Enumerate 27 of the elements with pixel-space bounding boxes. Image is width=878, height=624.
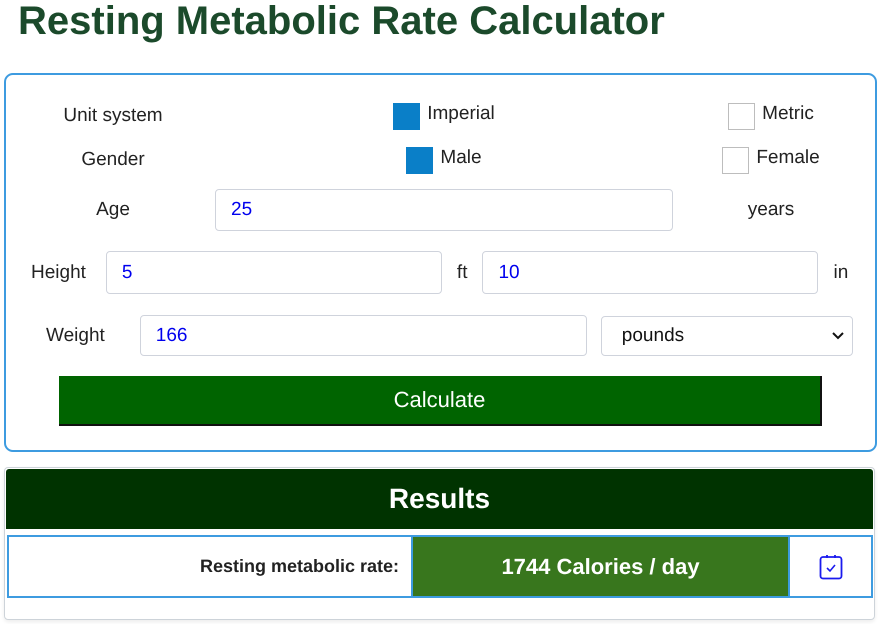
- field-label: Age: [96, 199, 130, 221]
- unit-label: ft: [456, 262, 468, 284]
- age-input[interactable]: 25: [215, 189, 673, 231]
- inches-input[interactable]: 10: [482, 251, 818, 294]
- field-label: Unit system: [63, 105, 163, 127]
- result-value: 1744 Calories / day: [413, 537, 790, 596]
- field-label: Weight: [46, 324, 105, 346]
- radio-button[interactable]: [728, 102, 756, 130]
- unit-label: years: [748, 199, 794, 221]
- weight-input[interactable]: 166: [140, 315, 587, 356]
- feet-input[interactable]: 5: [106, 251, 442, 294]
- page-title: Resting Metabolic Rate Calculator: [17, 0, 666, 42]
- option-label: Imperial: [427, 103, 495, 125]
- unit-label: in: [833, 262, 848, 284]
- chevron-down-icon: [832, 332, 844, 340]
- option-label: Female: [756, 147, 820, 169]
- results-header: Results: [6, 469, 873, 529]
- radio-button[interactable]: [393, 102, 420, 130]
- clipboard-check-icon[interactable]: [818, 554, 842, 580]
- option-label: Metric: [762, 103, 814, 125]
- weight-unit-select[interactable]: pounds: [600, 316, 853, 356]
- field-label: Gender: [81, 149, 145, 171]
- calculate-button[interactable]: Calculate: [59, 376, 822, 426]
- field-label: Height: [31, 262, 86, 284]
- radio-button[interactable]: [406, 146, 434, 174]
- radio-button[interactable]: [722, 146, 750, 174]
- option-label: Male: [440, 147, 482, 169]
